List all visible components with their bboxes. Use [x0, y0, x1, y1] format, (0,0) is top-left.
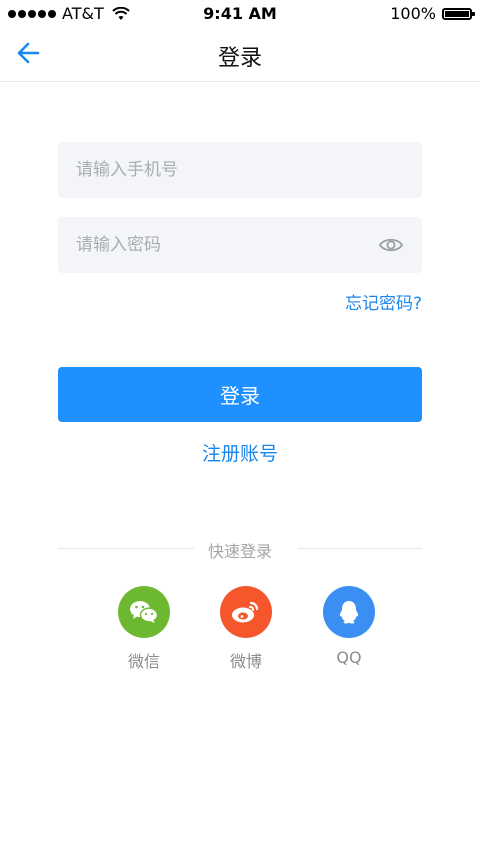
- phone-input[interactable]: [58, 142, 422, 198]
- quick-login-title: 快速登录: [207, 542, 272, 561]
- qq-login-button[interactable]: QQ: [309, 586, 389, 667]
- battery-percent: 100%: [390, 4, 436, 23]
- quick-login-divider: 快速登录: [58, 538, 422, 561]
- password-field-container: [58, 217, 422, 273]
- battery-icon: [442, 7, 475, 20]
- forgot-password-link[interactable]: 忘记密码?: [345, 289, 422, 314]
- register-row: 注册账号: [0, 439, 480, 466]
- wechat-login-button[interactable]: 微信: [104, 586, 184, 672]
- page-title: 登录: [217, 46, 262, 71]
- qq-circle: [323, 586, 375, 638]
- qq-icon: [339, 601, 359, 624]
- divider-line-right: [298, 548, 422, 549]
- eye-icon[interactable]: [378, 233, 404, 257]
- weibo-label: 微博: [229, 652, 262, 671]
- wechat-label: 微信: [127, 652, 160, 671]
- register-link[interactable]: 注册账号: [202, 443, 278, 465]
- wechat-icon: [130, 601, 159, 623]
- wechat-circle: [118, 586, 170, 638]
- status-right: 100%: [390, 4, 475, 23]
- nav-bar: 登录: [0, 26, 480, 82]
- battery-fill: [445, 10, 469, 17]
- weibo-circle: [220, 586, 272, 638]
- status-bar: AT&T 9:41 AM 100%: [0, 0, 480, 26]
- login-screen: AT&T 9:41 AM 100% 登录 请输入手机号 忘记密码? 登录 注册账…: [0, 0, 480, 854]
- login-button[interactable]: 登录: [58, 367, 422, 422]
- phone-field-container: [58, 142, 422, 198]
- qq-label: QQ: [336, 648, 362, 667]
- password-input[interactable]: [58, 217, 422, 273]
- weibo-icon: [232, 601, 259, 623]
- weibo-login-button[interactable]: 微博: [206, 586, 286, 672]
